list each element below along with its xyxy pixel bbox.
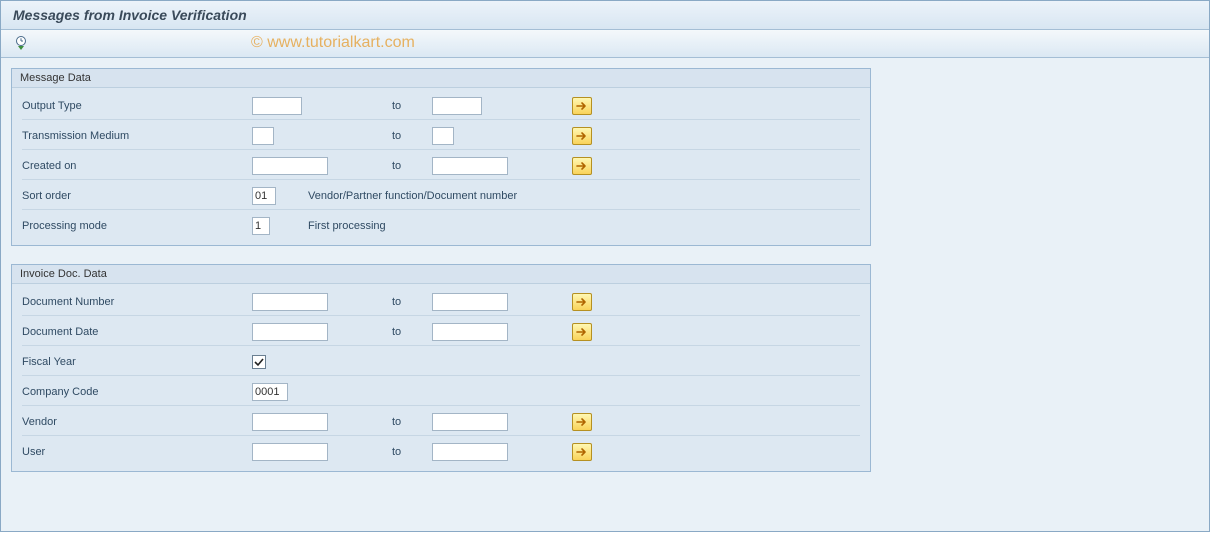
trans-medium-from-input[interactable]: [252, 127, 274, 145]
doc-date-from-input[interactable]: [252, 323, 328, 341]
created-on-from-input[interactable]: [252, 157, 328, 175]
vendor-from-input[interactable]: [252, 413, 328, 431]
label-output-type: Output Type: [22, 100, 252, 112]
row-fiscal-year: Fiscal Year: [22, 350, 860, 373]
page-title: Messages from Invoice Verification: [13, 7, 247, 23]
row-vendor: Vendor to: [22, 410, 860, 433]
row-output-type: Output Type to: [22, 94, 860, 117]
arrow-right-icon: [576, 327, 588, 337]
row-company-code: Company Code: [22, 380, 860, 403]
row-user: User to: [22, 440, 860, 463]
row-doc-number: Document Number to: [22, 290, 860, 313]
sort-order-desc: Vendor/Partner function/Document number: [302, 190, 517, 202]
user-from-input[interactable]: [252, 443, 328, 461]
to-label: to: [392, 296, 432, 308]
row-trans-medium: Transmission Medium to: [22, 124, 860, 147]
group-message-data: Message Data Output Type to Transmission…: [11, 68, 871, 246]
arrow-right-icon: [576, 297, 588, 307]
vendor-multi-button[interactable]: [572, 413, 592, 431]
label-trans-medium: Transmission Medium: [22, 130, 252, 142]
toolbar: © www.tutorialkart.com: [1, 30, 1209, 58]
execute-button[interactable]: [11, 33, 31, 53]
user-multi-button[interactable]: [572, 443, 592, 461]
row-proc-mode: Processing mode First processing: [22, 214, 860, 237]
arrow-right-icon: [576, 447, 588, 457]
content-area: Message Data Output Type to Transmission…: [1, 58, 1209, 500]
user-to-input[interactable]: [432, 443, 508, 461]
output-type-to-input[interactable]: [432, 97, 482, 115]
vendor-to-input[interactable]: [432, 413, 508, 431]
check-icon: [254, 357, 264, 367]
label-doc-number: Document Number: [22, 296, 252, 308]
trans-medium-multi-button[interactable]: [572, 127, 592, 145]
doc-number-multi-button[interactable]: [572, 293, 592, 311]
output-type-from-input[interactable]: [252, 97, 302, 115]
trans-medium-to-input[interactable]: [432, 127, 454, 145]
arrow-right-icon: [576, 131, 588, 141]
sort-order-input[interactable]: [252, 187, 276, 205]
arrow-right-icon: [576, 417, 588, 427]
arrow-right-icon: [576, 101, 588, 111]
group-title-invoice-doc: Invoice Doc. Data: [12, 265, 870, 284]
label-user: User: [22, 446, 252, 458]
company-code-input[interactable]: [252, 383, 288, 401]
label-created-on: Created on: [22, 160, 252, 172]
watermark-text: © www.tutorialkart.com: [251, 34, 415, 52]
doc-date-to-input[interactable]: [432, 323, 508, 341]
proc-mode-input[interactable]: [252, 217, 270, 235]
to-label: to: [392, 100, 432, 112]
arrow-right-icon: [576, 161, 588, 171]
group-invoice-doc-data: Invoice Doc. Data Document Number to Doc…: [11, 264, 871, 472]
doc-date-multi-button[interactable]: [572, 323, 592, 341]
proc-mode-desc: First processing: [302, 220, 386, 232]
group-title-message-data: Message Data: [12, 69, 870, 88]
row-doc-date: Document Date to: [22, 320, 860, 343]
label-sort-order: Sort order: [22, 190, 252, 202]
to-label: to: [392, 160, 432, 172]
to-label: to: [392, 130, 432, 142]
label-company-code: Company Code: [22, 386, 252, 398]
label-proc-mode: Processing mode: [22, 220, 252, 232]
row-sort-order: Sort order Vendor/Partner function/Docum…: [22, 184, 860, 207]
fiscal-year-checkbox[interactable]: [252, 355, 266, 369]
label-fiscal-year: Fiscal Year: [22, 356, 252, 368]
doc-number-from-input[interactable]: [252, 293, 328, 311]
to-label: to: [392, 446, 432, 458]
created-on-to-input[interactable]: [432, 157, 508, 175]
doc-number-to-input[interactable]: [432, 293, 508, 311]
output-type-multi-button[interactable]: [572, 97, 592, 115]
to-label: to: [392, 416, 432, 428]
clock-execute-icon: [13, 35, 29, 51]
app-window: Messages from Invoice Verification © www…: [0, 0, 1210, 532]
row-created-on: Created on to: [22, 154, 860, 177]
label-vendor: Vendor: [22, 416, 252, 428]
created-on-multi-button[interactable]: [572, 157, 592, 175]
title-bar: Messages from Invoice Verification: [1, 1, 1209, 30]
label-doc-date: Document Date: [22, 326, 252, 338]
to-label: to: [392, 326, 432, 338]
